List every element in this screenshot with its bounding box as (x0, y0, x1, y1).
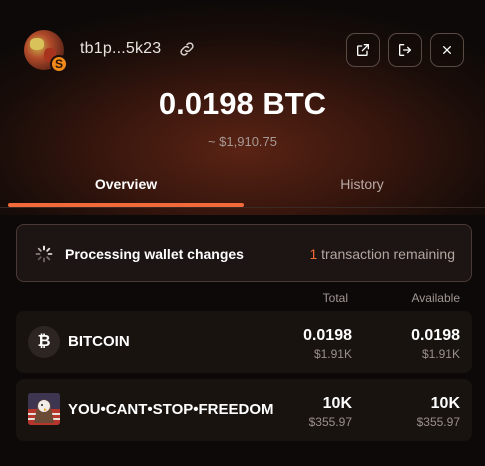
token-total: 10K (322, 395, 352, 412)
close-button[interactable] (430, 33, 464, 67)
token-total: 0.0198 (303, 327, 352, 344)
token-available-fiat: $355.97 (416, 415, 460, 429)
rune-image (28, 393, 60, 425)
token-name: BITCOIN (68, 333, 130, 350)
remaining-label: transaction remaining (317, 246, 455, 262)
external-link-icon (357, 44, 369, 56)
logout-icon (399, 44, 411, 56)
tab-bar: Overview History (0, 168, 485, 208)
fiat-balance: ~ $1,910.75 (207, 134, 278, 149)
token-total-fiat: $355.97 (308, 415, 352, 429)
wallet-address[interactable]: tb1p...5k23 (80, 40, 161, 58)
column-available-header: Available (411, 291, 460, 305)
bitcoin-icon: ₿ (28, 326, 60, 358)
copy-link-icon[interactable] (178, 40, 196, 58)
btc-balance: 0.0198 BTC (158, 86, 327, 121)
token-row-bitcoin[interactable]: ₿ BITCOIN 0.0198 $1.91K 0.0198 $1.91K (16, 311, 472, 373)
token-total-fiat: $1.91K (313, 347, 352, 361)
wallet-header: S tb1p...5k23 (0, 0, 485, 100)
token-row-rune[interactable]: YOU•CANT•STOP•FREEDOM 10K $355.97 10K $3… (16, 379, 472, 441)
open-external-button[interactable] (346, 33, 380, 67)
close-icon (443, 46, 451, 54)
transactions-remaining: 1 transaction remaining (309, 246, 455, 262)
token-name: YOU•CANT•STOP•FREEDOM (68, 401, 274, 418)
spinner-icon (35, 245, 53, 263)
tab-overview[interactable]: Overview (8, 176, 244, 192)
token-available: 0.0198 (411, 327, 460, 344)
active-tab-indicator (8, 203, 244, 207)
token-available: 10K (430, 395, 460, 412)
processing-banner: Processing wallet changes 1 transaction … (16, 224, 472, 282)
logout-button[interactable] (388, 33, 422, 67)
tab-history[interactable]: History (244, 176, 480, 192)
banner-message: Processing wallet changes (65, 246, 244, 262)
token-available-fiat: $1.91K (421, 347, 460, 361)
column-total-header: Total (322, 291, 348, 305)
avatar-badge: S (50, 55, 68, 73)
